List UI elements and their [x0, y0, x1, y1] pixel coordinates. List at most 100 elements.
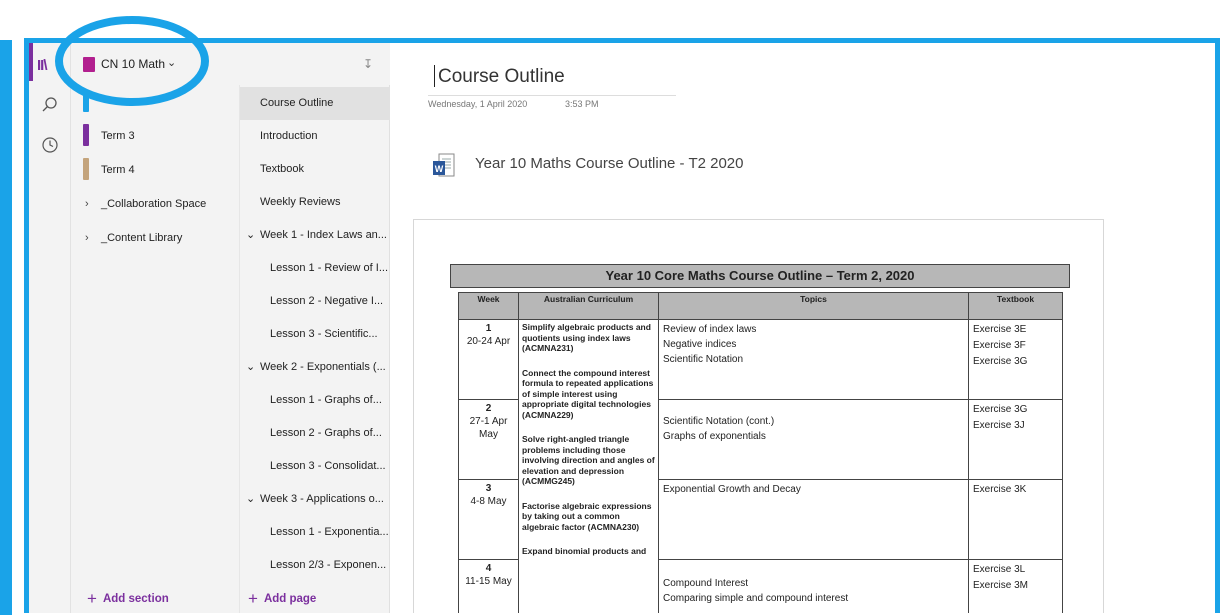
topic-item: Compound Interest	[663, 578, 749, 589]
week-number: 3	[485, 483, 492, 494]
page-item[interactable]: Lesson 3 - Scientific...	[240, 318, 390, 351]
add-section-button[interactable]: + Add section	[87, 587, 169, 608]
page-canvas[interactable]: Course Outline Wednesday, 1 April 2020 3…	[391, 43, 1215, 613]
header-curriculum: Australian Curriculum	[518, 292, 659, 320]
chevron-down-icon[interactable]: ⌄	[246, 483, 255, 516]
chevron-right-icon[interactable]: ›	[85, 189, 89, 219]
curriculum-item: Solve right-angled triangle problems inc…	[522, 434, 655, 486]
chevron-down-icon[interactable]: ⌄	[246, 351, 255, 384]
add-section-label: Add section	[102, 593, 169, 605]
page-item[interactable]: Lesson 1 - Exponentia...	[240, 516, 390, 549]
page-item[interactable]: Lesson 3 - Consolidat...	[240, 450, 390, 483]
topics-cell: Compound Interest Comparing simple and c…	[658, 559, 969, 613]
textbook-item: Exercise 3M	[973, 580, 1029, 591]
page-label: Lesson 3 - Consolidat...	[270, 460, 386, 472]
textbook-cell: Exercise 3L Exercise 3M	[968, 559, 1063, 613]
chevron-right-icon[interactable]: ›	[85, 223, 89, 253]
textbook-item: Exercise 3L	[973, 564, 1026, 575]
section-label: Term 3	[101, 130, 135, 142]
week-cell: 4 11-15 May	[458, 559, 519, 613]
section-item-current[interactable]	[79, 87, 239, 117]
chevron-down-icon[interactable]: ⌄	[167, 56, 176, 69]
curriculum-item: Connect the compound interest formula to…	[522, 367, 654, 420]
textbook-cell: Exercise 3E Exercise 3F Exercise 3G	[968, 319, 1063, 400]
title-divider	[428, 95, 676, 96]
page-group-week-3[interactable]: ⌄ Week 3 - Applications o...	[240, 483, 390, 516]
week-dates: 11-15 May	[465, 576, 512, 587]
week-number: 1	[485, 323, 492, 334]
sort-icon[interactable]: ↧	[363, 57, 373, 71]
curriculum-item: Simplify algebraic products and quotient…	[522, 322, 651, 353]
topic-item: Scientific Notation (cont.)	[663, 416, 775, 427]
search-icon[interactable]	[40, 95, 60, 115]
course-outline-table: Week Australian Curriculum Topics Textbo…	[458, 292, 1063, 613]
page-item[interactable]: Lesson 2 - Negative I...	[240, 285, 390, 318]
page-item[interactable]: Lesson 1 - Graphs of...	[240, 384, 390, 417]
plus-icon: +	[248, 589, 258, 608]
page-label: Weekly Reviews	[260, 196, 341, 208]
week-cell: 2 27-1 Apr May	[458, 399, 519, 480]
page-item[interactable]: Weekly Reviews	[240, 186, 390, 219]
page-label: Lesson 2 - Negative I...	[270, 295, 384, 307]
recent-icon[interactable]	[40, 135, 60, 155]
section-group-label: _Collaboration Space	[101, 198, 207, 210]
textbook-item: Exercise 3G	[973, 356, 1028, 367]
header-week: Week	[458, 292, 519, 320]
textbook-cell: Exercise 3G Exercise 3J	[968, 399, 1063, 480]
word-doc-icon[interactable]: W	[431, 152, 457, 180]
add-page-button[interactable]: + Add page	[248, 587, 316, 608]
page-label: Lesson 3 - Scientific...	[270, 328, 378, 340]
curriculum-cell: Simplify algebraic products and quotient…	[518, 319, 659, 613]
textbook-item: Exercise 3G	[973, 404, 1028, 415]
page-title[interactable]: Course Outline	[438, 66, 565, 88]
text-cursor	[434, 65, 435, 87]
attachment-filename[interactable]: Year 10 Maths Course Outline - T2 2020	[475, 155, 744, 172]
page-label: Week 1 - Index Laws an...	[260, 229, 387, 241]
page-group-week-2[interactable]: ⌄ Week 2 - Exponentials (...	[240, 351, 390, 384]
topic-item: Graphs of exponentials	[663, 431, 766, 442]
page-date: Wednesday, 1 April 2020	[428, 99, 528, 109]
header-topics: Topics	[658, 292, 969, 320]
section-label: Term 4	[101, 164, 135, 176]
topics-cell: Scientific Notation (cont.) Graphs of ex…	[658, 399, 969, 480]
page-item-course-outline[interactable]: Course Outline	[240, 87, 390, 120]
table-header-row: Week Australian Curriculum Topics Textbo…	[458, 292, 1063, 320]
week-number: 2	[485, 403, 492, 414]
page-item[interactable]: Lesson 2 - Graphs of...	[240, 417, 390, 450]
notebook-switcher[interactable]: CN 10 Math ⌄ ↧	[71, 43, 390, 85]
section-group-content-library[interactable]: › _Content Library	[79, 223, 239, 253]
page-item[interactable]: Introduction	[240, 120, 390, 153]
topic-item: Comparing simple and compound interest	[663, 593, 849, 604]
textbook-item: Exercise 3E	[973, 324, 1027, 335]
chevron-down-icon[interactable]: ⌄	[246, 219, 255, 252]
header-textbook: Textbook	[968, 292, 1063, 320]
page-group-week-1[interactable]: ⌄ Week 1 - Index Laws an...	[240, 219, 390, 252]
week-cell: 3 4-8 May	[458, 479, 519, 560]
textbook-cell: Exercise 3K	[968, 479, 1063, 560]
page-item[interactable]: Textbook	[240, 153, 390, 186]
section-group-collaboration-space[interactable]: › _Collaboration Space	[79, 189, 239, 219]
curriculum-item: Factorise algebraic expressions by takin…	[522, 500, 652, 532]
rail-active-indicator	[29, 43, 33, 81]
page-item[interactable]: Lesson 2/3 - Exponen...	[240, 549, 390, 582]
page-label: Week 3 - Applications o...	[260, 493, 384, 505]
section-color-tab	[83, 90, 89, 112]
textbook-item: Exercise 3J	[973, 420, 1025, 431]
plus-icon: +	[87, 589, 97, 608]
section-group-label: _Content Library	[101, 232, 183, 244]
page-label: Week 2 - Exponentials (...	[260, 361, 386, 373]
page-item[interactable]: Lesson 1 - Review of I...	[240, 252, 390, 285]
page-label: Course Outline	[260, 97, 334, 109]
topic-item: Review of index laws	[663, 324, 757, 335]
notebook-name[interactable]: CN 10 Math	[101, 57, 165, 71]
section-item-term-3[interactable]: Term 3	[79, 121, 239, 151]
section-item-term-4[interactable]: Term 4	[79, 155, 239, 185]
page-time: 3:53 PM	[565, 99, 599, 109]
week-dates: 27-1 Apr May	[469, 416, 508, 440]
document-heading: Year 10 Core Maths Course Outline – Term…	[450, 264, 1070, 288]
notebooks-icon[interactable]: II\	[37, 57, 47, 74]
topic-item: Negative indices	[663, 339, 737, 350]
svg-text:W: W	[435, 164, 444, 174]
nav-rail: II\	[29, 43, 71, 613]
page-label: Textbook	[260, 163, 305, 175]
